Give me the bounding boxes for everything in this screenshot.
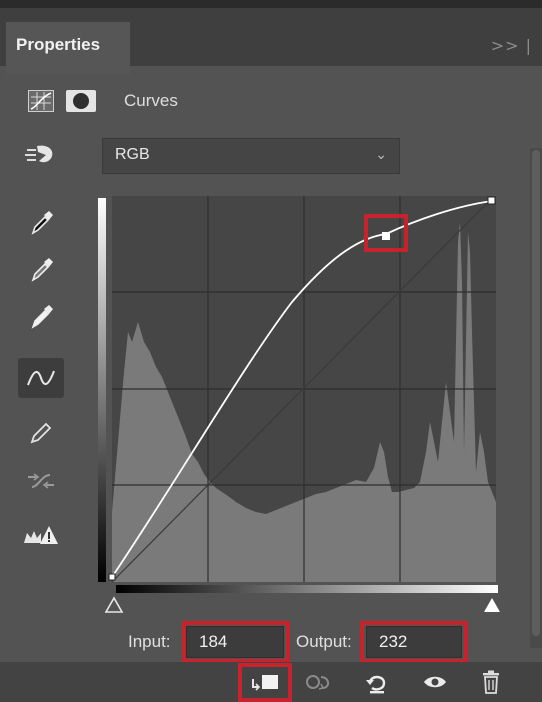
edit-points-curve-icon[interactable] xyxy=(18,358,64,398)
chevron-down-icon: ⌄ xyxy=(375,147,387,163)
pencil-draw-icon[interactable] xyxy=(18,413,64,453)
clip-highlight xyxy=(238,663,292,702)
gray-point-eyedropper-icon[interactable] xyxy=(18,250,64,290)
tab-properties[interactable]: Properties xyxy=(6,22,130,74)
clipping-warning-icon[interactable] xyxy=(18,515,64,555)
tab-bar: Properties >> | xyxy=(0,8,542,74)
input-sliders xyxy=(104,596,500,613)
black-point-eyedropper-icon[interactable] xyxy=(18,203,64,243)
input-label: Input: xyxy=(128,632,171,651)
input-gradient-bar xyxy=(116,585,498,593)
reset-icon[interactable] xyxy=(360,668,394,696)
smooth-curve-icon[interactable] xyxy=(18,461,64,501)
black-input-slider[interactable] xyxy=(104,596,124,613)
collapse-panel-icon[interactable]: >> | xyxy=(491,36,532,55)
curves-graph-glyph xyxy=(30,92,52,110)
curves-canvas[interactable] xyxy=(96,192,506,592)
output-label: Output: xyxy=(296,632,352,651)
curve-black-point[interactable] xyxy=(108,573,116,581)
visibility-icon[interactable] xyxy=(418,668,452,696)
channel-selected: RGB xyxy=(115,146,150,163)
curve-white-point[interactable] xyxy=(487,196,496,205)
output-gradient-bar xyxy=(98,198,106,582)
output-highlight xyxy=(360,621,468,663)
panel-scrollbar-thumb[interactable] xyxy=(532,150,540,636)
view-previous-state-icon[interactable] xyxy=(302,668,336,696)
white-input-slider[interactable] xyxy=(484,598,500,612)
curves-adjustment-icon[interactable] xyxy=(28,90,54,112)
channel-dropdown[interactable]: RGB ⌄ xyxy=(102,138,400,174)
top-strip xyxy=(0,0,542,8)
input-highlight xyxy=(181,621,289,663)
on-image-adjust-icon[interactable] xyxy=(18,135,64,175)
curve-selected-point[interactable] xyxy=(382,232,390,240)
delete-icon[interactable] xyxy=(474,668,508,696)
adjustment-title: Curves xyxy=(124,91,178,110)
white-point-eyedropper-icon[interactable] xyxy=(18,297,64,337)
curves-graph[interactable] xyxy=(96,192,506,592)
mask-icon[interactable] xyxy=(66,90,96,112)
